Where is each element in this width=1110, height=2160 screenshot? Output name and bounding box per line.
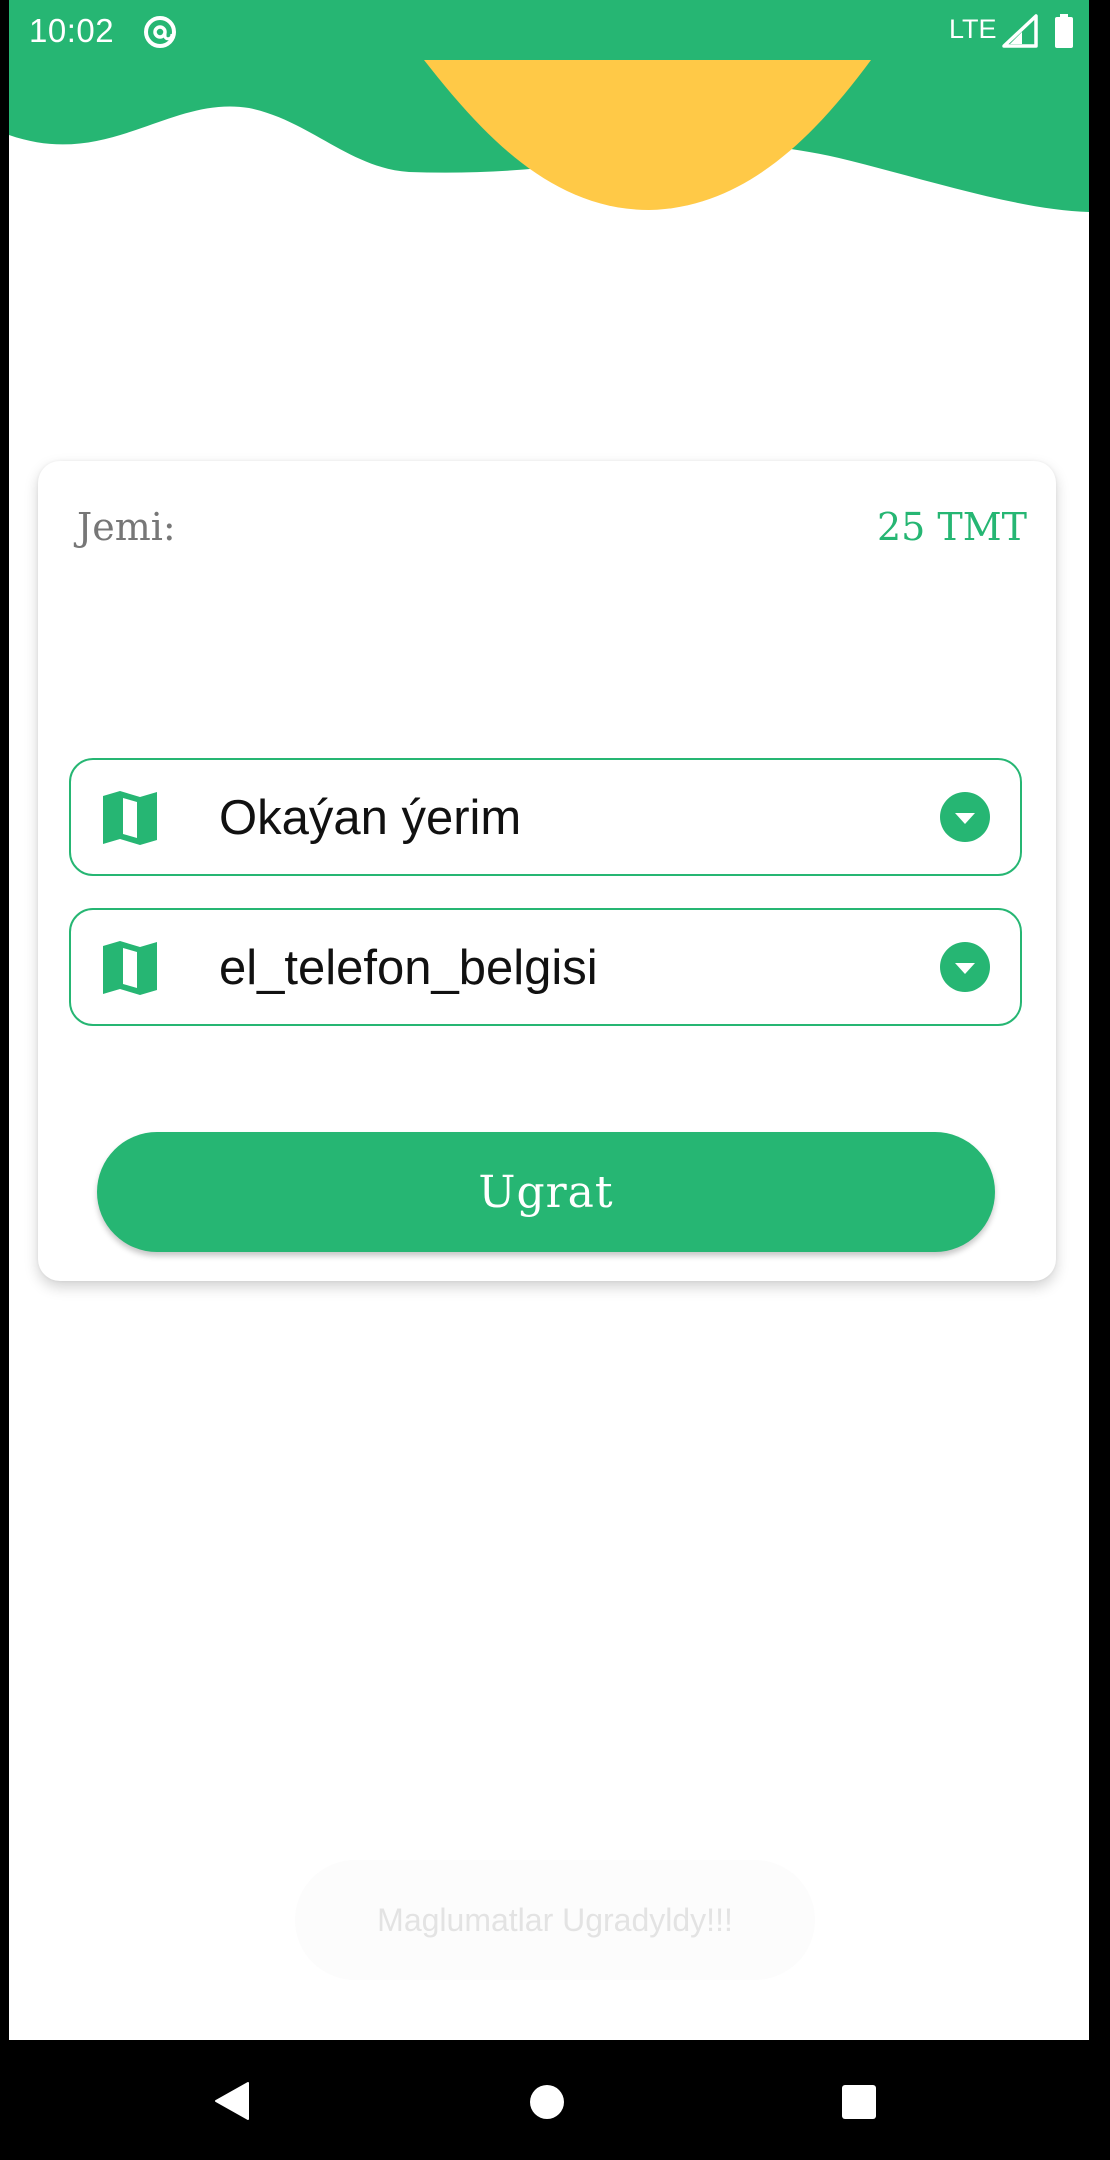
status-bar: 10:02 LTE — [9, 0, 1089, 62]
phone-dropdown-value: el_telefon_belgisi — [219, 941, 598, 995]
phone-dropdown[interactable]: el_telefon_belgisi — [69, 908, 1022, 1026]
total-label: Jemi: — [77, 505, 176, 549]
map-icon — [103, 791, 157, 845]
status-time: 10:02 — [29, 12, 115, 49]
location-dropdown-value: Okaýan ýerim — [219, 791, 522, 845]
system-nav-bar — [0, 2040, 1110, 2160]
map-icon — [103, 941, 157, 995]
signal-icon — [1002, 14, 1038, 48]
network-type-label: LTE — [949, 14, 997, 44]
recents-square-icon[interactable] — [840, 2083, 878, 2121]
back-triangle-icon[interactable] — [212, 2080, 252, 2122]
home-circle-icon[interactable] — [528, 2083, 566, 2121]
at-sign-icon — [144, 16, 176, 48]
app-screen: 10:02 LTE Jemi: 25 TMT Okaýan ýerim el_t… — [9, 0, 1089, 2040]
order-card: Jemi: 25 TMT Okaýan ýerim el_telefon_bel… — [38, 461, 1056, 1281]
send-button[interactable]: Ugrat — [97, 1132, 995, 1252]
chevron-down-icon[interactable] — [940, 942, 990, 992]
battery-icon — [1055, 14, 1073, 48]
chevron-down-icon[interactable] — [940, 792, 990, 842]
total-value: 25 TMT — [876, 505, 1027, 549]
toast-message: Maglumatlar Ugradyldy!!! — [295, 1860, 815, 1980]
location-dropdown[interactable]: Okaýan ýerim — [69, 758, 1022, 876]
